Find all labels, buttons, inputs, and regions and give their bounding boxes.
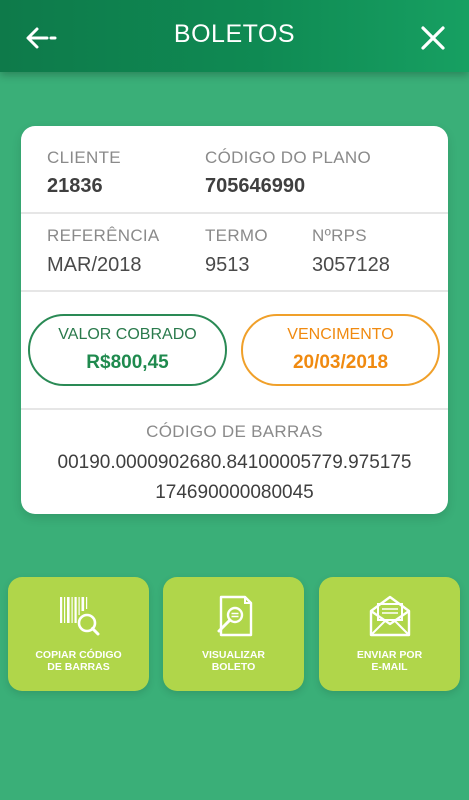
cliente-value: 21836	[47, 175, 103, 197]
amount-value: R$800,45	[86, 352, 169, 373]
email-icon	[369, 595, 410, 637]
rps-label: NºRPS	[312, 226, 367, 245]
close-icon	[421, 26, 445, 50]
document-search-icon	[217, 595, 252, 637]
view-boleto-button[interactable]: VISUALIZAR BOLETO	[163, 577, 304, 691]
due-date-pill: VENCIMENTO 20/03/2018	[241, 314, 440, 386]
divider	[21, 408, 448, 410]
divider	[21, 290, 448, 292]
barcode-label: CÓDIGO DE BARRAS	[146, 422, 323, 441]
amount-label: VALOR COBRADO	[58, 326, 197, 343]
copy-barcode-button[interactable]: COPIAR CÓDIGO DE BARRAS	[8, 577, 149, 691]
referencia-value: MAR/2018	[47, 254, 142, 276]
barcode-line-2: 174690000080045	[155, 482, 314, 503]
amount-pill: VALOR COBRADO R$800,45	[28, 314, 227, 386]
plano-value: 705646990	[205, 175, 306, 197]
page-title: BOLETOS	[173, 20, 296, 48]
send-email-label: ENVIAR POR E-MAIL	[356, 649, 423, 673]
barcode-search-icon	[59, 597, 99, 636]
barcode-line-1: 00190.0000902680.84100005779.975175	[57, 452, 412, 473]
view-boleto-label: VISUALIZAR BOLETO	[202, 649, 265, 673]
cliente-label: CLIENTE	[47, 148, 121, 167]
close-button[interactable]	[413, 18, 453, 58]
termo-value: 9513	[205, 254, 250, 276]
send-email-button[interactable]: ENVIAR POR E-MAIL	[319, 577, 460, 691]
app-header: BOLETOS	[0, 0, 469, 72]
copy-barcode-label: COPIAR CÓDIGO DE BARRAS	[35, 649, 122, 673]
due-date-value: 20/03/2018	[292, 352, 389, 373]
plano-label: CÓDIGO DO PLANO	[205, 148, 372, 167]
boleto-card: CLIENTE 21836 CÓDIGO DO PLANO 705646990 …	[21, 126, 448, 514]
rps-value: 3057128	[312, 254, 390, 276]
termo-label: TERMO	[205, 226, 268, 245]
referencia-label: REFERÊNCIA	[47, 226, 160, 245]
due-date-label: VENCIMENTO	[287, 326, 394, 343]
divider	[21, 212, 448, 214]
